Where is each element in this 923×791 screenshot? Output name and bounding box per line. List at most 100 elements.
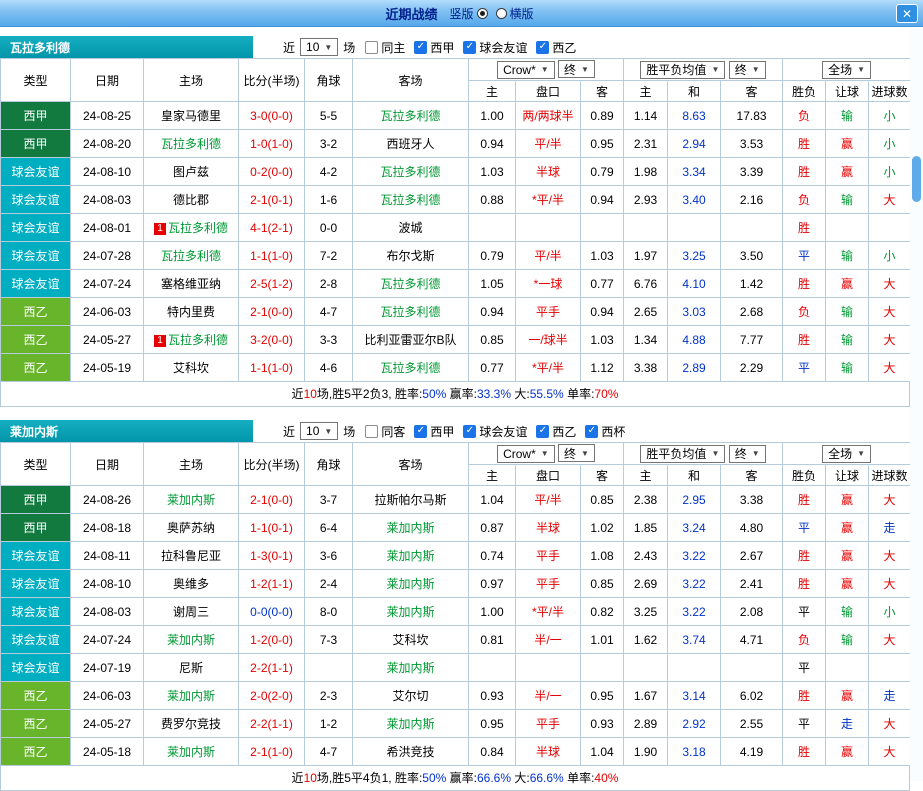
col-avg-home: 主 — [623, 80, 669, 102]
corner-score: 2-8 — [304, 269, 353, 298]
col-avg-away: 客 — [720, 464, 784, 486]
filter-checkbox-label: 球会友谊 — [479, 424, 528, 439]
match-score: 3-0(0-0) — [238, 101, 305, 130]
home-team: 特内里费 — [143, 297, 239, 326]
match-date: 24-05-27 — [70, 709, 144, 738]
checkbox-icon[interactable]: ✓ — [414, 40, 428, 54]
match-score: 2-1(0-0) — [238, 297, 305, 326]
avg-home: 1.34 — [623, 325, 669, 354]
col-odds-away: 客 — [579, 80, 625, 102]
col-handicap-result: 让球 — [825, 80, 870, 102]
close-button[interactable]: ✕ — [896, 4, 918, 23]
checkbox-icon[interactable]: ✓ — [585, 424, 599, 438]
radio-unchecked-icon[interactable] — [495, 7, 507, 19]
filter-checkbox[interactable]: ✓ 球会友谊 — [463, 39, 527, 56]
summary-segment: 单率: — [563, 771, 595, 785]
avg-away — [720, 653, 784, 682]
odds-company-select[interactable]: Crow* ▼ — [497, 60, 555, 79]
checkbox-icon[interactable]: ✓ — [463, 424, 477, 438]
checkbox-icon[interactable]: ✓ — [463, 40, 477, 54]
filter-checkbox[interactable]: ✓ 西乙 — [536, 423, 576, 440]
checkmark-icon: ✓ — [587, 425, 597, 436]
summary-segment: 70% — [594, 387, 619, 401]
league-type-badge: 球会友谊 — [0, 157, 71, 186]
checkbox-icon[interactable]: ✓ — [365, 40, 379, 54]
handicap-result: 走 — [825, 709, 870, 738]
filter-checkbox-label: 西乙 — [552, 424, 577, 439]
scope-controls: 全场 ▼ — [782, 58, 912, 81]
scope-select[interactable]: 全场 ▼ — [822, 60, 872, 79]
result: 胜 — [782, 269, 827, 298]
summary-line: 近10场,胜5平2负3, 胜率:50% 赢率:33.3% 大:55.5% 单率:… — [0, 382, 910, 407]
match-score: 2-2(1-1) — [238, 653, 305, 682]
odds-away: 0.94 — [579, 185, 625, 214]
filter-checkbox[interactable]: ✓ 同客 — [365, 423, 405, 440]
handicap: 半球 — [515, 157, 581, 186]
filter-checkbox[interactable]: ✓ 同主 — [365, 39, 405, 56]
away-team: 希洪竞技 — [352, 737, 469, 766]
col-score: 比分(半场) — [238, 442, 305, 486]
avg-select[interactable]: 胜平负均值 ▼ — [640, 60, 726, 79]
checkmark-icon: ✓ — [465, 425, 475, 436]
corner-score: 4-7 — [304, 297, 353, 326]
odds-company-select[interactable]: Crow* ▼ — [497, 444, 555, 463]
filter-checkbox[interactable]: ✓ 西乙 — [536, 39, 576, 56]
corner-score: 7-3 — [304, 625, 353, 654]
summary-segment: 大: — [511, 771, 530, 785]
odds-away: 1.03 — [579, 241, 625, 270]
corner-score: 3-7 — [304, 485, 353, 514]
radio-checked-icon[interactable] — [476, 7, 488, 19]
avg-select[interactable]: 胜平负均值 ▼ — [640, 444, 726, 463]
card-badge: 1 — [153, 334, 166, 347]
filter-checkbox[interactable]: ✓ 西甲 — [414, 39, 454, 56]
col-avg-home: 主 — [623, 464, 669, 486]
filter-checkbox[interactable]: ✓ 球会友谊 — [463, 423, 527, 440]
result: 胜 — [782, 157, 827, 186]
match-row: 西乙 24-05-27 费罗尔竞技 2-2(1-1) 1-2 莱加内斯 0.95… — [0, 709, 912, 738]
odds-final-select[interactable]: 终 ▼ — [558, 444, 595, 463]
scrollbar-track[interactable] — [910, 28, 923, 781]
avg-away: 6.02 — [720, 681, 784, 710]
match-date: 24-06-03 — [70, 297, 144, 326]
recent-results-panel: { "titlebar": { "title": "近期战绩", "view_o… — [0, 0, 923, 791]
result: 负 — [782, 101, 827, 130]
match-count-select[interactable]: 10 ▼ — [300, 422, 339, 440]
scope-select[interactable]: 全场 ▼ — [822, 444, 872, 463]
col-home: 主场 — [143, 442, 239, 486]
view-option-vertical[interactable]: 竖版 — [449, 5, 488, 22]
home-team: 艾科坎 — [143, 353, 239, 382]
avg-away: 3.38 — [720, 485, 784, 514]
avg-away: 17.83 — [720, 101, 784, 130]
section-header: 莱加内斯 近 10 ▼ 场 ✓ 同客 ✓ 西甲 — [0, 420, 910, 442]
match-score: 2-1(0-1) — [238, 185, 305, 214]
col-score: 比分(半场) — [238, 58, 305, 102]
league-type-badge: 球会友谊 — [0, 653, 71, 682]
match-row: 西乙 24-05-19 艾科坎 1-1(1-0) 4-6 瓦拉多利德 0.77 … — [0, 353, 912, 382]
filter-checkbox[interactable]: ✓ 西甲 — [414, 423, 454, 440]
odds-away: 1.02 — [579, 513, 625, 542]
checkbox-icon[interactable]: ✓ — [414, 424, 428, 438]
handicap-result: 输 — [825, 597, 870, 626]
filter-checkbox[interactable]: ✓ 西杯 — [585, 423, 625, 440]
checkbox-icon[interactable]: ✓ — [536, 40, 550, 54]
avg-final-select[interactable]: 终 ▼ — [728, 444, 766, 463]
avg-draw — [667, 653, 722, 682]
home-team: 皇家马德里 — [143, 101, 239, 130]
view-option-horizontal[interactable]: 横版 — [495, 5, 534, 22]
summary-segment: 单率: — [563, 387, 595, 401]
avg-away: 2.55 — [720, 709, 784, 738]
avg-final-select[interactable]: 终 ▼ — [728, 60, 766, 79]
checkbox-icon[interactable]: ✓ — [365, 424, 379, 438]
home-team: 莱加内斯 — [143, 485, 239, 514]
match-date: 24-08-01 — [70, 213, 144, 242]
result: 平 — [782, 241, 827, 270]
scrollbar-thumb[interactable] — [912, 156, 921, 202]
odds-final-select[interactable]: 终 ▼ — [558, 60, 595, 79]
checkbox-icon[interactable]: ✓ — [536, 424, 550, 438]
match-row: 西甲 24-08-18 奥萨苏纳 1-1(0-1) 6-4 莱加内斯 0.87 … — [0, 513, 912, 542]
match-count-select[interactable]: 10 ▼ — [300, 38, 339, 56]
handicap-result: 赢 — [825, 737, 870, 766]
corner-score: 6-4 — [304, 513, 353, 542]
match-date: 24-07-19 — [70, 653, 144, 682]
match-date: 24-08-10 — [70, 569, 144, 598]
